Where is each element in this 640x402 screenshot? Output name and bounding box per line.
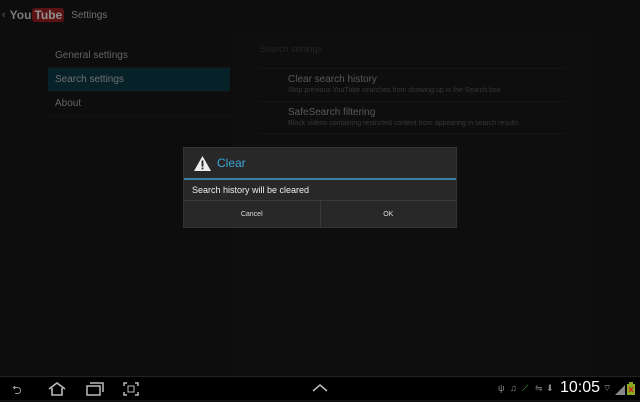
clear-dialog: Clear Search history will be cleared Can… xyxy=(183,147,457,228)
clock: 10:05 xyxy=(560,379,601,396)
ok-button[interactable]: OK xyxy=(321,201,457,227)
download-icon: ⬇ xyxy=(546,383,554,393)
battery-icon xyxy=(627,382,635,395)
dialog-title: Clear xyxy=(217,156,246,170)
recent-apps-icon[interactable] xyxy=(86,382,104,396)
screenshot-icon[interactable] xyxy=(123,382,139,396)
sync-icon: ⟋ xyxy=(522,383,529,393)
dialog-header: Clear xyxy=(184,148,456,180)
wifi-icon: ⌔ xyxy=(603,383,612,393)
music-icon: ♫ xyxy=(510,383,517,393)
warning-icon xyxy=(194,155,211,171)
home-icon[interactable] xyxy=(47,382,67,396)
cancel-button[interactable]: Cancel xyxy=(184,201,321,227)
chevron-up-icon[interactable] xyxy=(312,384,328,392)
data-icon: ⇋ xyxy=(535,383,543,393)
signal-icon xyxy=(615,385,625,395)
back-icon[interactable]: ⮌ xyxy=(12,381,22,402)
usb-icon: ψ xyxy=(498,383,505,393)
dialog-message: Search history will be cleared xyxy=(184,180,456,201)
system-bar: ⮌ ψ ♫ ⟋ ⇋ ⬇ 10:05 ⌔ xyxy=(0,376,640,400)
